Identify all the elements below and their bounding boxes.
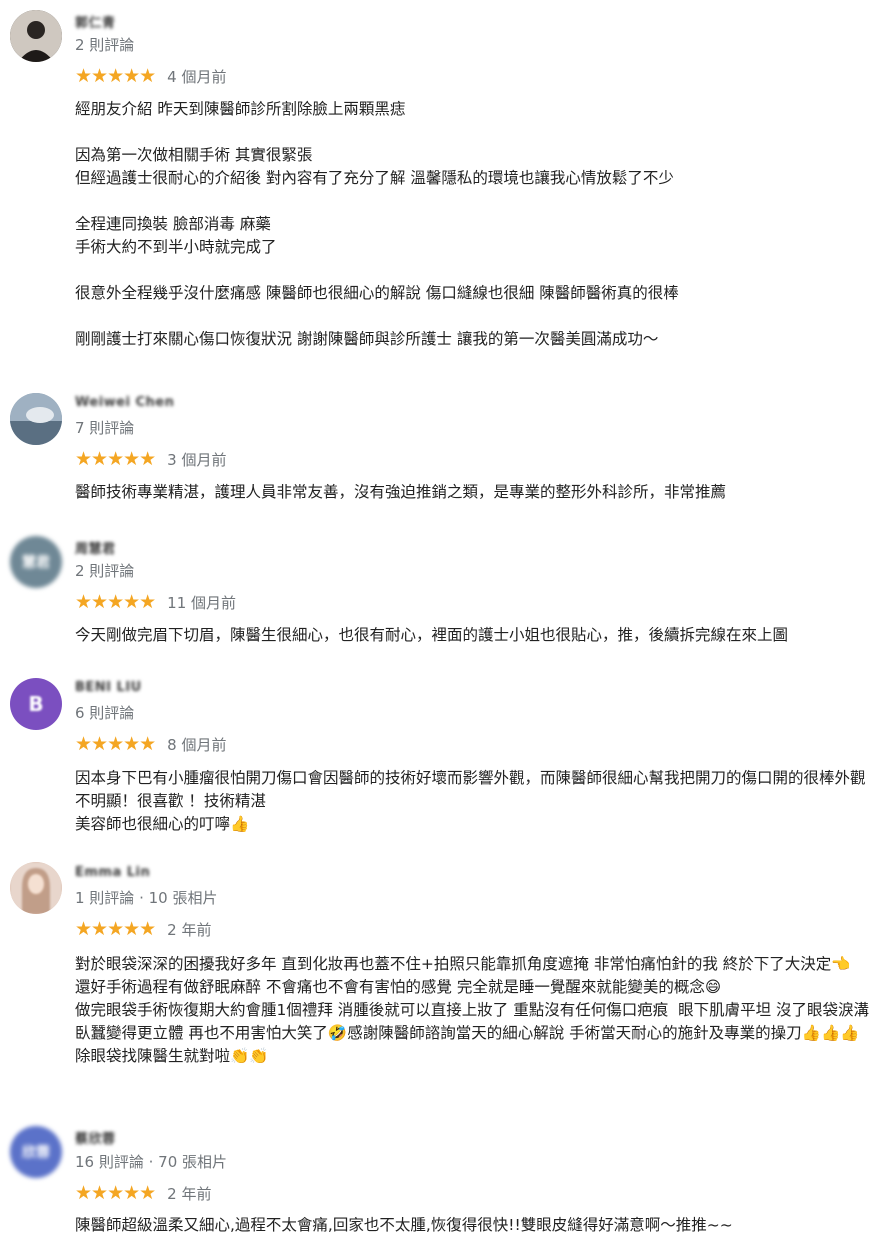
star-rating: ★★★★★ <box>75 591 156 613</box>
review-time: 4 個月前 <box>167 67 227 86</box>
avatar[interactable] <box>10 393 62 445</box>
user-photo-icon <box>10 393 62 445</box>
review-text: 經朋友介紹 昨天到陳醫師診所割除臉上兩顆黑痣 因為第一次做相關手術 其實很緊張 … <box>75 100 679 348</box>
review-text: 對於眼袋深深的困擾我好多年 直到化妝再也蓋不住+拍照只能靠抓角度遮掩 非常怕痛怕… <box>75 955 870 1065</box>
reviewer-meta: 16 則評論 · 70 張相片 <box>75 1153 228 1171</box>
rating-row: ★★★★★ 2 年前 <box>75 919 211 939</box>
reviewer-meta: 7 則評論 <box>75 419 135 437</box>
review-time: 3 個月前 <box>167 450 227 469</box>
rating-row: ★★★★★ 11 個月前 <box>75 592 236 612</box>
reviewer-name[interactable]: 郭仁青 <box>75 12 116 31</box>
review-text: 陳醫師超級溫柔又細心,過程不太會痛,回家也不太腫,恢復得很快!!雙眼皮縫得好滿意… <box>75 1216 733 1234</box>
star-rating: ★★★★★ <box>75 65 156 87</box>
star-rating: ★★★★★ <box>75 1182 156 1204</box>
reviewer-name[interactable]: 周慧君 <box>75 538 116 557</box>
review-text: 今天剛做完眉下切眉，陳醫生很細心，也很有耐心，裡面的護士小姐也很貼心，推，後續拆… <box>75 626 789 644</box>
rating-row: ★★★★★ 4 個月前 <box>75 66 226 86</box>
review-time: 8 個月前 <box>167 735 227 754</box>
avatar-initials: 欣蓉 <box>22 1145 50 1161</box>
star-rating: ★★★★★ <box>75 448 156 470</box>
reviewer-meta: 6 則評論 <box>75 704 135 722</box>
avatar-initials: 慧君 <box>22 555 50 571</box>
avatar[interactable] <box>10 862 62 914</box>
reviewer-name[interactable]: 蔡欣蓉 <box>75 1128 116 1147</box>
review-time: 11 個月前 <box>167 593 237 612</box>
reviewer-name[interactable]: Weiwei Chen <box>75 395 174 410</box>
reviewer-meta: 2 則評論 <box>75 562 135 580</box>
avatar[interactable]: 欣蓉 <box>10 1126 62 1178</box>
star-rating: ★★★★★ <box>75 733 156 755</box>
reviewer-meta: 2 則評論 <box>75 36 135 54</box>
reviewer-name[interactable]: Emma Lin <box>75 865 150 880</box>
user-photo-icon <box>10 862 62 914</box>
avatar[interactable]: B <box>10 678 62 730</box>
review-time: 2 年前 <box>167 920 212 939</box>
review-text: 醫師技術專業精湛，護理人員非常友善，沒有強迫推銷之類，是專業的整形外科診所，非常… <box>75 483 727 501</box>
user-photo-icon <box>10 10 62 62</box>
rating-row: ★★★★★ 3 個月前 <box>75 449 226 469</box>
reviewer-meta: 1 則評論 · 10 張相片 <box>75 889 218 907</box>
rating-row: ★★★★★ 8 個月前 <box>75 734 226 754</box>
reviewer-name[interactable]: BENI LIU <box>75 680 142 695</box>
review-time: 2 年前 <box>167 1184 212 1203</box>
star-rating: ★★★★★ <box>75 918 156 940</box>
avatar[interactable] <box>10 10 62 62</box>
avatar[interactable]: 慧君 <box>10 536 62 588</box>
avatar-initials: B <box>28 692 44 716</box>
rating-row: ★★★★★ 2 年前 <box>75 1183 211 1203</box>
review-text: 因本身下巴有小腫瘤很怕開刀傷口會因醫師的技術好壞而影響外觀，而陳醫師很細心幫我把… <box>75 769 866 833</box>
